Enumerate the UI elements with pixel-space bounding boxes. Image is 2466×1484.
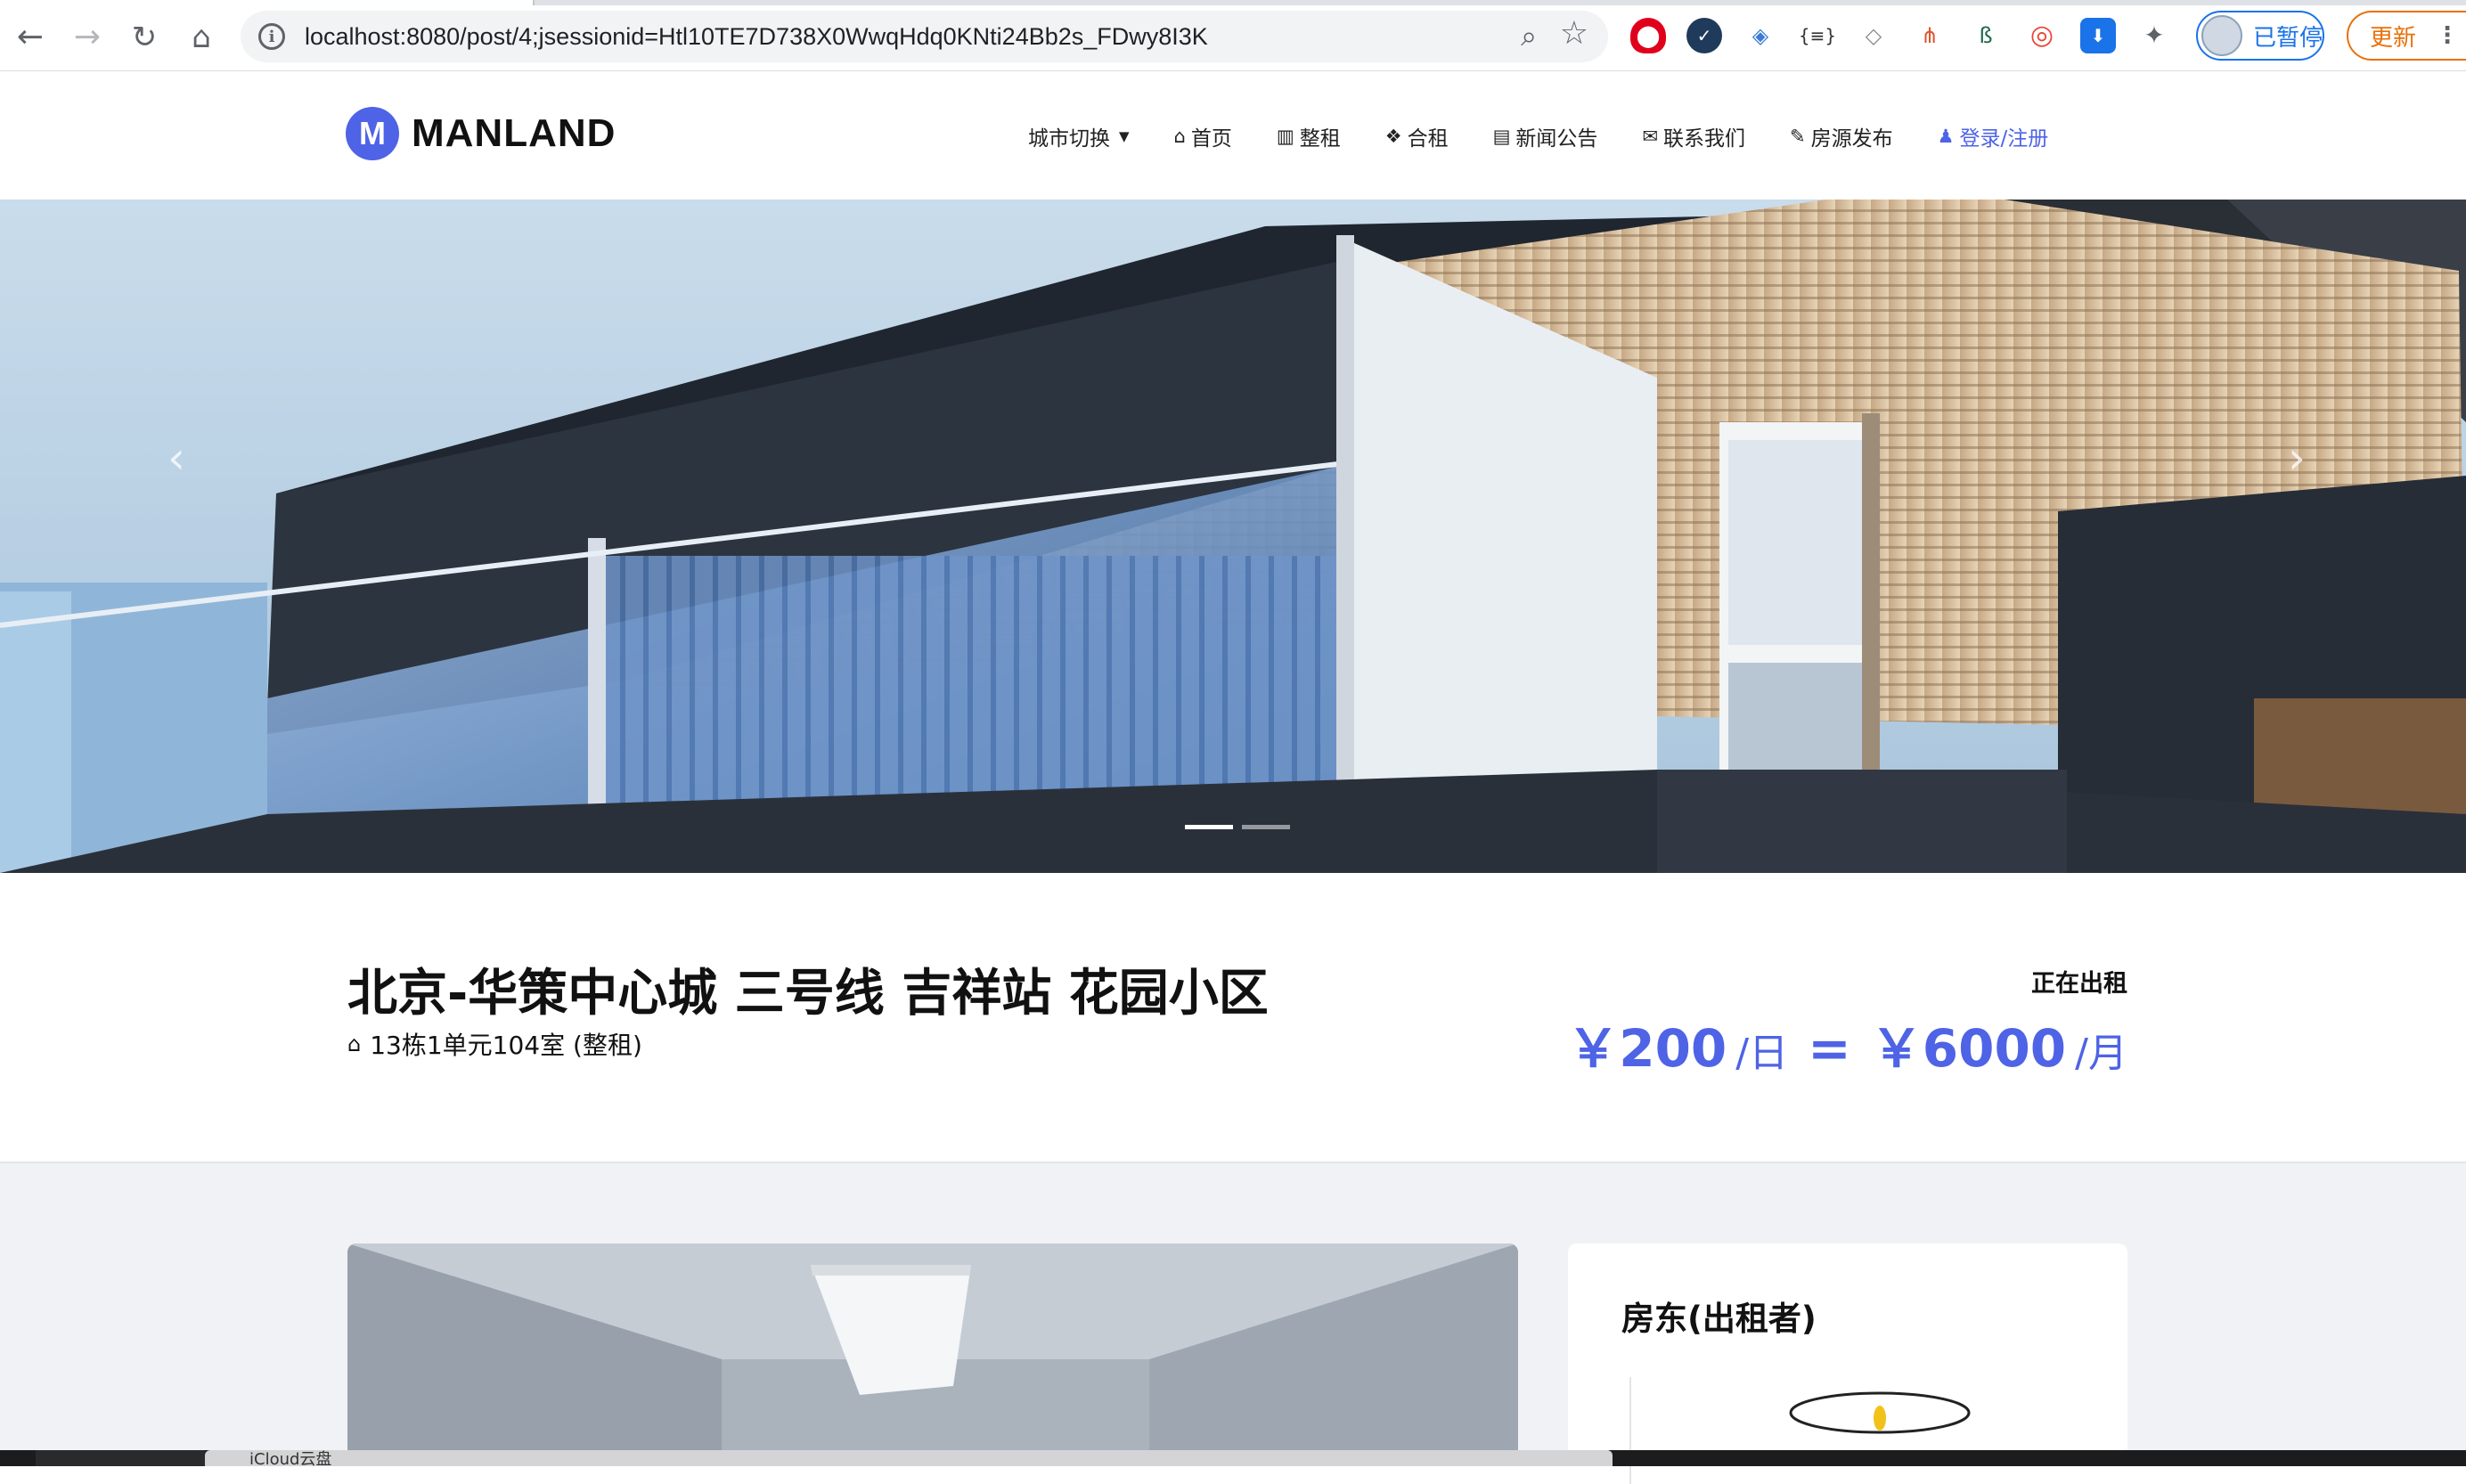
main-nav: 城市切换 ▼ ⌂ 首页 ▥ 整租 ❖ 合租 ▤ 新闻公告 ✉ 联系我们 ✎ 房源… bbox=[1028, 121, 2048, 151]
nav-label: 首页 bbox=[1190, 127, 1232, 151]
pencil-icon: ✎ bbox=[1790, 125, 1806, 147]
zoom-icon[interactable]: ⌕ bbox=[1521, 21, 1537, 50]
house-icon: ⌂ bbox=[347, 1031, 362, 1056]
shield-extension-icon[interactable]: ⬤ bbox=[1630, 18, 1666, 53]
translate-extension-icon[interactable]: ◈ bbox=[1743, 18, 1778, 53]
forward-icon[interactable]: → bbox=[68, 18, 107, 57]
carousel-prev-icon[interactable]: ‹ bbox=[150, 431, 203, 485]
nav-post-listing[interactable]: ✎ 房源发布 bbox=[1790, 121, 1893, 151]
content-area: 房东(出租者) bbox=[0, 1163, 2466, 1484]
nav-label: 登录/注册 bbox=[1959, 127, 2049, 151]
update-button[interactable]: 更新 ⋮ bbox=[2347, 11, 2466, 61]
carousel-indicators bbox=[1185, 825, 1299, 829]
bookmark-star-icon[interactable]: ☆ bbox=[1560, 18, 1588, 50]
listing-title: 北京-华策中心城 三号线 吉祥站 花园小区 bbox=[347, 965, 1269, 1023]
nav-city-switch[interactable]: 城市切换 ▼ bbox=[1028, 121, 1130, 151]
user-icon: ♟ bbox=[1937, 125, 1955, 147]
landlord-heading: 房东(出租者) bbox=[1621, 1300, 1817, 1338]
price-equals: = bbox=[1808, 1018, 1851, 1079]
nav-label: 整租 bbox=[1299, 127, 1341, 151]
os-dock: iCloud云盘 bbox=[0, 1450, 2466, 1469]
hero-house-image bbox=[0, 200, 2466, 873]
home-icon[interactable]: ⌂ bbox=[182, 18, 221, 57]
price-day: ￥200 bbox=[1567, 1018, 1727, 1079]
reload-icon[interactable]: ↻ bbox=[125, 18, 164, 57]
nav-login-register[interactable]: ♟ 登录/注册 bbox=[1938, 121, 2049, 151]
cubes-icon: ❖ bbox=[1384, 125, 1402, 147]
envelope-icon: ✉ bbox=[1642, 125, 1659, 147]
site-info-icon[interactable]: i bbox=[258, 23, 285, 50]
newspaper-icon: ▤ bbox=[1492, 125, 1511, 147]
home-icon: ⌂ bbox=[1173, 125, 1186, 147]
price-month-unit: /月 bbox=[2075, 1031, 2127, 1076]
dock-window[interactable] bbox=[205, 1450, 1613, 1466]
nav-shared-rent[interactable]: ❖ 合租 bbox=[1385, 121, 1449, 151]
nav-whole-rent[interactable]: ▥ 整租 bbox=[1277, 121, 1341, 151]
color-wheel-extension-icon[interactable]: ◎ bbox=[2024, 18, 2060, 53]
tree-extension-icon[interactable]: ⋔ bbox=[1912, 18, 1947, 53]
address-text: 13栋1单元104室 (整租) bbox=[370, 1031, 642, 1060]
price: ￥200 /日 = ￥6000 /月 bbox=[1567, 1007, 2127, 1081]
nav-label: 房源发布 bbox=[1810, 127, 1893, 151]
carousel-indicator-2[interactable] bbox=[1242, 825, 1290, 829]
avatar bbox=[2201, 15, 2242, 56]
url-text[interactable]: localhost:8080/post/4;jsessionid=Htl10TE… bbox=[305, 23, 1208, 51]
active-tab[interactable] bbox=[0, 0, 535, 5]
building-icon: ▥ bbox=[1276, 125, 1294, 147]
update-label: 更新 bbox=[2370, 24, 2417, 52]
brand-name: MANLAND bbox=[412, 111, 616, 155]
profile-button[interactable]: 已暂停 bbox=[2196, 11, 2324, 61]
address-bar[interactable]: i localhost:8080/post/4;jsessionid=Htl10… bbox=[241, 11, 1608, 62]
price-day-unit: /日 bbox=[1735, 1031, 1789, 1076]
back-icon[interactable]: ← bbox=[11, 18, 50, 57]
hero-carousel: ‹ › bbox=[0, 200, 2466, 873]
dock-window-label: iCloud云盘 bbox=[249, 1450, 332, 1469]
download-extension-icon[interactable]: ⬇ bbox=[2080, 18, 2116, 53]
room-photo-image bbox=[347, 1243, 1518, 1457]
nav-label: 合租 bbox=[1407, 127, 1449, 151]
check-extension-icon[interactable]: ✓ bbox=[1686, 18, 1722, 53]
dock-item[interactable] bbox=[36, 1450, 205, 1466]
menu-dots-icon[interactable]: ⋮ bbox=[2436, 22, 2459, 49]
leaf-extension-icon[interactable]: ß bbox=[1968, 18, 2004, 53]
listing-info: 北京-华策中心城 三号线 吉祥站 花园小区 ⌂ 13栋1单元104室 (整租) … bbox=[0, 873, 2466, 1163]
fox-extension-icon[interactable]: ◇ bbox=[1856, 18, 1891, 53]
carousel-indicator-1[interactable] bbox=[1185, 825, 1233, 829]
dropdown-caret-icon: ▼ bbox=[1119, 128, 1130, 144]
listing-address: ⌂ 13栋1单元104室 (整租) bbox=[347, 1026, 642, 1062]
nav-label: 新闻公告 bbox=[1515, 127, 1598, 151]
nav-home[interactable]: ⌂ 首页 bbox=[1174, 121, 1232, 151]
rent-status: 正在出租 bbox=[2031, 970, 2127, 998]
room-photo[interactable] bbox=[347, 1243, 1518, 1457]
tab-strip bbox=[0, 0, 2466, 5]
nav-label: 城市切换 bbox=[1028, 127, 1110, 151]
brand-logo[interactable]: M MANLAND bbox=[346, 107, 616, 160]
logo-mark-icon: M bbox=[346, 107, 399, 160]
landlord-card: 房东(出租者) bbox=[1568, 1243, 2127, 1484]
price-month: ￥6000 bbox=[1870, 1018, 2067, 1079]
extensions-icon[interactable]: ✦ bbox=[2136, 18, 2172, 53]
nav-label: 联系我们 bbox=[1663, 127, 1746, 151]
site-header: M MANLAND 城市切换 ▼ ⌂ 首页 ▥ 整租 ❖ 合租 ▤ 新闻公告 ✉… bbox=[0, 71, 2466, 200]
nav-news[interactable]: ▤ 新闻公告 bbox=[1493, 121, 1598, 151]
nav-contact[interactable]: ✉ 联系我们 bbox=[1642, 121, 1745, 151]
json-extension-icon[interactable]: {≡} bbox=[1799, 18, 1836, 53]
profile-label: 已暂停 bbox=[2253, 24, 2323, 52]
carousel-next-icon[interactable]: › bbox=[2270, 431, 2323, 485]
landlord-avatar bbox=[1629, 1377, 1971, 1484]
browser-toolbar: ← → ↻ ⌂ i localhost:8080/post/4;jsession… bbox=[0, 0, 2466, 71]
